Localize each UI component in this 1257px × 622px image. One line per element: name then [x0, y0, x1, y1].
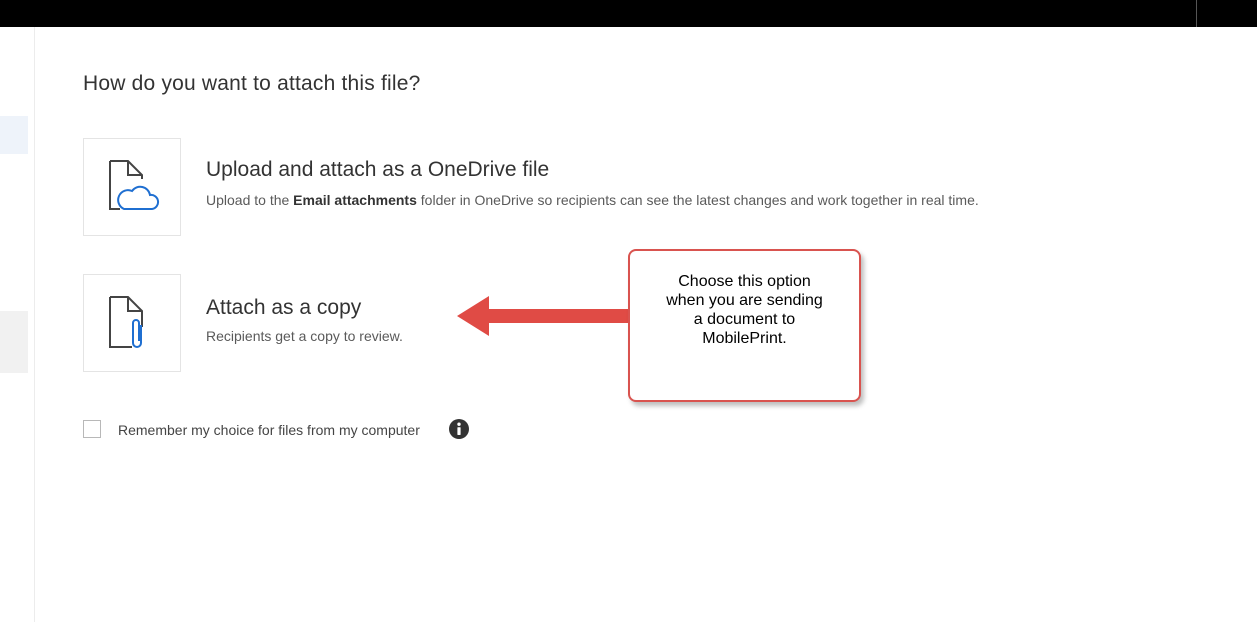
top-bar-divider [1196, 0, 1197, 27]
option-attach-copy-title: Attach as a copy [206, 296, 362, 319]
option-upload-title: Upload and attach as a OneDrive file [206, 158, 550, 181]
callout-arrow [457, 296, 631, 336]
remember-choice-label[interactable]: Remember my choice for files from my com… [118, 422, 420, 438]
attach-copy-icon-tile[interactable] [83, 274, 181, 372]
left-panel-shade [0, 311, 28, 373]
option-upload-description: Upload to the Email attachments folder i… [206, 192, 979, 208]
top-bar [0, 0, 1257, 27]
callout-line: Choose this option [678, 273, 811, 290]
upload-onedrive-icon-tile[interactable] [83, 138, 181, 236]
left-side-panel [0, 27, 35, 622]
file-cloud-icon [109, 160, 160, 210]
remember-choice-checkbox[interactable] [83, 420, 101, 438]
callout-line: when you are sending [666, 292, 823, 309]
annotation-callout: Choose this option when you are sending … [628, 249, 861, 402]
callout-line: MobilePrint. [702, 330, 787, 347]
option-upload-desc-start: Upload to the [206, 192, 294, 208]
callout-line: a document to [693, 311, 796, 328]
option-upload-onedrive[interactable]: Upload and attach as a OneDrive file Upl… [83, 138, 1233, 236]
option-upload-desc-end: folder in OneDrive so recipients can see… [416, 192, 979, 208]
dialog-title: How do you want to attach this file? [83, 72, 421, 95]
email-attachments-folder-name: Email attachments [293, 192, 417, 208]
callout-text: Choose this option when you are sending … [630, 272, 859, 348]
file-paperclip-icon [109, 296, 143, 348]
info-icon[interactable] [449, 419, 469, 439]
option-attach-copy-description: Recipients get a copy to review. [206, 328, 403, 344]
left-panel-highlight [0, 116, 28, 154]
